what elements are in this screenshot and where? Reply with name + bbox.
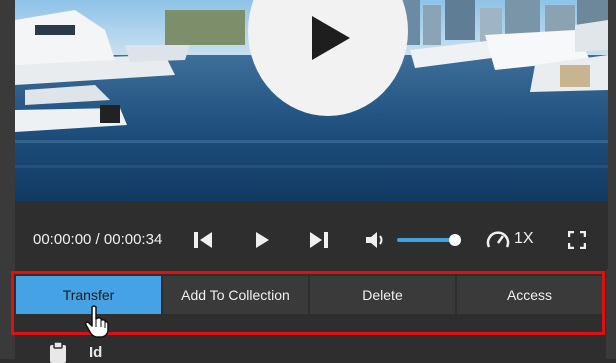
play-icon [312, 16, 350, 60]
tab-access[interactable]: Access [457, 276, 602, 314]
speed-button[interactable] [485, 229, 511, 251]
skip-forward-icon [310, 232, 328, 248]
volume-icon [366, 232, 383, 248]
volume-slider-handle[interactable] [449, 234, 461, 246]
hand-pointer-icon [85, 305, 109, 338]
volume-slider[interactable] [397, 238, 457, 242]
video-player[interactable] [15, 0, 608, 201]
tab-add-to-collection[interactable]: Add To Collection [163, 276, 308, 314]
fullscreen-button[interactable] [566, 229, 588, 251]
clipboard-icon [50, 341, 66, 363]
volume-button[interactable] [363, 229, 389, 251]
skip-back-icon [194, 232, 212, 248]
play-button[interactable] [251, 229, 273, 251]
player-controls: 00:00:00 / 00:00:34 1X [15, 201, 608, 269]
details-row: Id [47, 341, 103, 363]
tab-delete[interactable]: Delete [310, 276, 455, 314]
speedometer-icon [486, 231, 510, 248]
skip-forward-button[interactable] [306, 229, 332, 251]
playback-speed-label[interactable]: 1X [514, 230, 534, 248]
fullscreen-icon [568, 231, 586, 249]
play-icon [256, 232, 269, 248]
time-display: 00:00:00 / 00:00:34 [33, 231, 163, 248]
id-label: Id [89, 343, 103, 361]
skip-back-button[interactable] [190, 229, 216, 251]
